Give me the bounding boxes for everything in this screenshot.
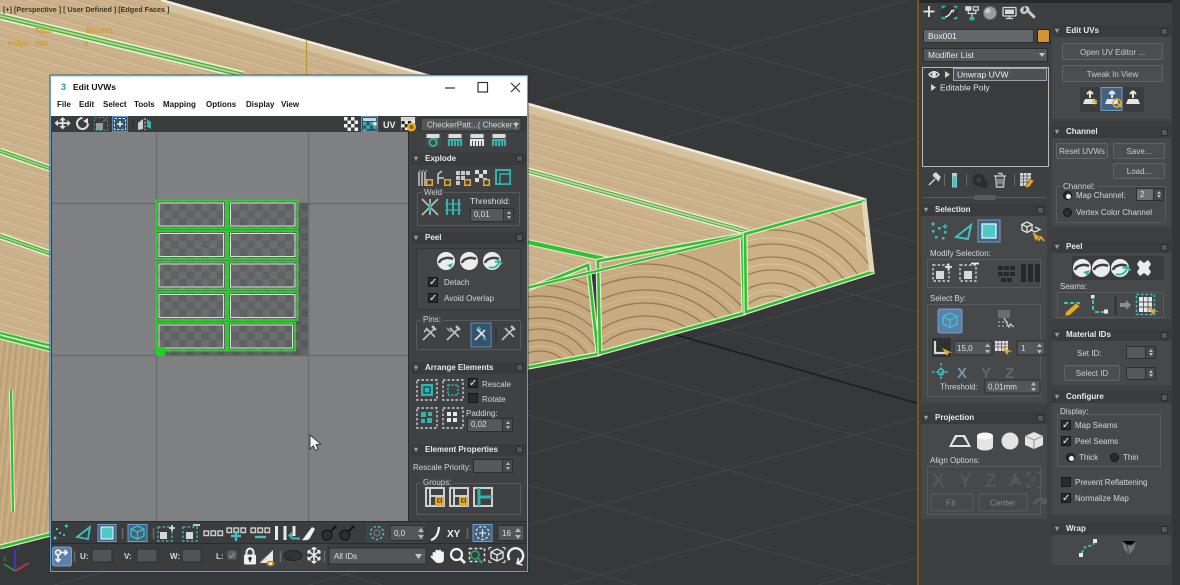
svg-text:15,0: 15,0 bbox=[957, 344, 973, 353]
svg-text:Box001: Box001 bbox=[86, 26, 113, 35]
svg-text:Align Options:: Align Options: bbox=[930, 456, 980, 465]
svg-text:Total: Total bbox=[35, 26, 52, 35]
svg-text:Unwrap UVW: Unwrap UVW bbox=[957, 70, 1008, 80]
svg-text:Editable Poly: Editable Poly bbox=[940, 83, 990, 93]
svg-text:[+] [Perspective ] [ User Defi: [+] [Perspective ] [ User Defined ] [Edg… bbox=[3, 5, 169, 14]
svg-text:CheckerPatt...( Checker ): CheckerPatt...( Checker ) bbox=[427, 121, 518, 130]
svg-text:UV: UV bbox=[383, 120, 396, 130]
svg-text:U:: U: bbox=[80, 552, 88, 561]
svg-text:Z: Z bbox=[985, 471, 997, 492]
svg-text:0,0: 0,0 bbox=[394, 529, 406, 538]
svg-text:750: 750 bbox=[35, 39, 48, 48]
svg-text:Center: Center bbox=[990, 498, 1016, 508]
svg-text:Seams:: Seams: bbox=[1060, 282, 1087, 291]
svg-text:x: x bbox=[3, 556, 7, 563]
svg-text:Modify Selection:: Modify Selection: bbox=[930, 249, 991, 258]
svg-text:Threshold:: Threshold: bbox=[940, 383, 978, 392]
svg-text:z: z bbox=[17, 545, 21, 552]
svg-text:L:: L: bbox=[216, 552, 224, 561]
svg-text:X: X bbox=[932, 471, 945, 492]
svg-text:0: 0 bbox=[84, 39, 88, 48]
svg-text:W:: W: bbox=[170, 552, 180, 561]
svg-text:Y: Y bbox=[981, 365, 991, 382]
svg-text:16: 16 bbox=[502, 529, 511, 538]
svg-text:All IDs: All IDs bbox=[334, 552, 357, 561]
svg-text:Z: Z bbox=[1005, 365, 1014, 382]
svg-text:1: 1 bbox=[1021, 344, 1026, 353]
svg-text:0,01mm: 0,01mm bbox=[988, 383, 1017, 392]
svg-text:X: X bbox=[957, 365, 967, 382]
svg-text:Y: Y bbox=[959, 471, 972, 492]
svg-text:Select By:: Select By: bbox=[930, 294, 966, 303]
svg-text:Fit: Fit bbox=[946, 498, 956, 508]
svg-text:V:: V: bbox=[124, 552, 132, 561]
svg-text:Polys:: Polys: bbox=[8, 39, 31, 48]
svg-text:XY: XY bbox=[447, 529, 461, 540]
